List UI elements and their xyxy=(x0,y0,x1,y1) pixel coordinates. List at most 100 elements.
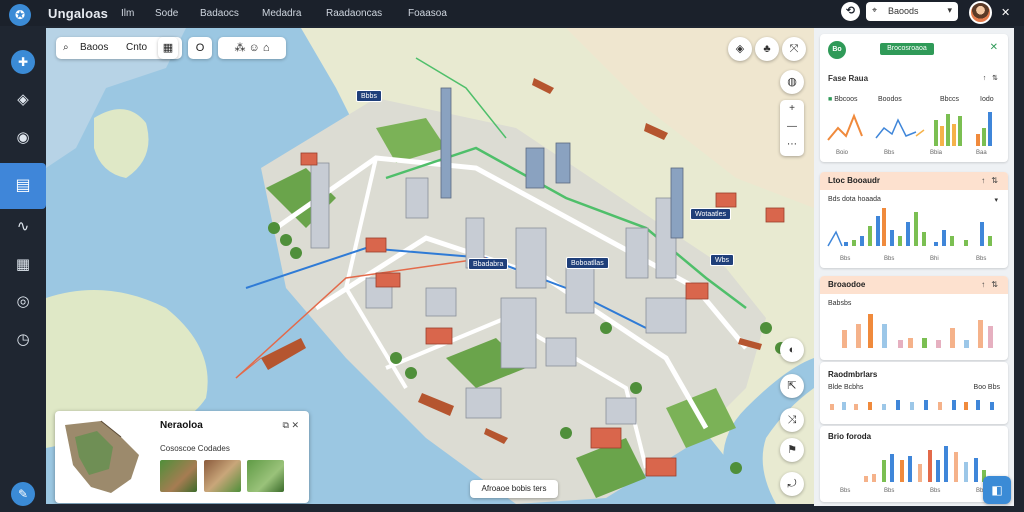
bar xyxy=(980,222,984,246)
bar xyxy=(830,404,834,410)
summary-pill[interactable]: Brocosroaoa xyxy=(880,43,934,55)
bar xyxy=(864,476,868,482)
bar xyxy=(988,326,993,348)
zoom-out-button[interactable]: — xyxy=(780,118,804,136)
close-icon[interactable]: ✕ xyxy=(1001,6,1010,19)
bar xyxy=(950,328,955,348)
map-status-label: Afroaoe bobis ters xyxy=(470,480,558,498)
layers-icon[interactable]: ◈ xyxy=(11,88,35,112)
photo-thumbnail[interactable] xyxy=(247,460,284,492)
summary-bars xyxy=(934,112,992,146)
bar xyxy=(914,212,918,246)
bar xyxy=(896,400,900,410)
weekly-controls[interactable]: ↑ ⇅ xyxy=(981,280,1000,289)
route-icon[interactable]: ∿ xyxy=(11,215,35,239)
weekly-card: Broaodoe ↑ ⇅ Babsbs xyxy=(820,276,1008,360)
grid-icon[interactable]: ▦ xyxy=(11,253,35,277)
tick-label: Bbs xyxy=(884,488,895,494)
bar xyxy=(898,236,902,246)
pin-icon: ⌖ xyxy=(872,5,878,15)
more-icon[interactable]: ⋯ xyxy=(780,136,804,154)
tree-icon[interactable]: ♣ xyxy=(755,37,779,61)
clock-icon[interactable]: ◷ xyxy=(11,328,35,352)
refresh-icon[interactable]: ⟲ xyxy=(841,2,860,21)
bar xyxy=(938,402,942,410)
map-label[interactable]: Bbadabra xyxy=(468,258,509,270)
summary-controls[interactable]: ↑ ⇅ xyxy=(983,74,1000,82)
menu-item-2[interactable]: Sode xyxy=(155,8,178,19)
avatar[interactable] xyxy=(969,1,992,24)
map-label[interactable]: Bbbs xyxy=(356,90,382,102)
directions-icon[interactable]: ⤨ xyxy=(780,408,804,432)
location-info-card[interactable]: Neraoloa ⧉ ✕ Cososcoe Codades xyxy=(55,411,309,503)
undo-icon[interactable]: ⤾ xyxy=(780,472,804,496)
bar xyxy=(906,222,910,246)
photo-thumbnail[interactable] xyxy=(204,460,241,492)
bar xyxy=(988,236,992,246)
fullscreen-icon[interactable]: ⤧ xyxy=(782,37,806,61)
info-card-actions[interactable]: ⧉ ✕ xyxy=(283,420,299,431)
bar xyxy=(900,460,904,482)
bar xyxy=(964,240,968,246)
map-tools-group[interactable]: ⁂ ☺ ⌂ xyxy=(218,37,286,59)
zoom-in-button[interactable]: + xyxy=(780,100,804,118)
bar xyxy=(936,340,941,348)
bar xyxy=(964,340,969,348)
map-label[interactable]: Boboatllas xyxy=(566,257,609,269)
chat-icon[interactable]: ◎ xyxy=(11,290,35,314)
distribution-chart xyxy=(827,208,992,247)
bar xyxy=(856,324,861,348)
contrast-icon[interactable]: ◐ xyxy=(780,338,804,362)
app-logo-icon[interactable]: ✪ xyxy=(9,4,31,26)
book-icon[interactable]: ▤ xyxy=(0,163,46,209)
bar xyxy=(872,474,876,482)
bar xyxy=(944,446,948,482)
sparkline-yellow xyxy=(915,129,925,137)
menu-item-3[interactable]: Badaocs xyxy=(200,8,239,19)
dropdown-icon[interactable]: ▾ xyxy=(994,196,998,204)
bar xyxy=(860,236,864,246)
home-icon[interactable]: ✚ xyxy=(11,50,35,74)
calendar-icon[interactable]: ▦ xyxy=(158,37,178,59)
bar xyxy=(952,124,956,146)
panel-toggle-button[interactable]: ◧ xyxy=(983,476,1011,504)
bar xyxy=(882,324,887,348)
legend-item: Bbccs xyxy=(940,96,960,103)
chevron-down-icon: ▾ xyxy=(947,5,952,15)
menu-item-1[interactable]: Ilm xyxy=(121,8,134,19)
close-icon[interactable]: ✕ xyxy=(990,42,998,53)
distribution-controls[interactable]: ↑ ⇅ xyxy=(981,176,1000,185)
compass-icon[interactable]: ◍ xyxy=(780,70,804,94)
timeline-subtitle: Blde Bcbhs xyxy=(828,384,864,391)
app-title: Ungaloas xyxy=(48,6,109,21)
menu-item-4[interactable]: Medadra xyxy=(262,8,301,19)
tick-label: Bbs xyxy=(840,488,851,494)
bar xyxy=(988,112,992,146)
bar xyxy=(842,330,847,348)
bar xyxy=(954,452,958,482)
bar xyxy=(950,236,954,246)
flag-icon[interactable]: ⚑ xyxy=(780,438,804,462)
tick-label: Boio xyxy=(836,150,849,156)
location-search[interactable]: ⌖ Baoods ▾ xyxy=(866,2,958,21)
menu-item-5[interactable]: Raadaoncas xyxy=(326,8,382,19)
map-label[interactable]: Wbs xyxy=(710,254,734,266)
pin-icon[interactable]: ◉ xyxy=(11,126,35,150)
loop-icon[interactable]: O xyxy=(188,37,212,59)
legend-item: Bbcoos xyxy=(834,96,858,103)
map-label[interactable]: Wotaatles xyxy=(690,208,731,220)
edit-icon[interactable]: ✎ xyxy=(11,482,35,506)
tick-label: Bhi xyxy=(930,256,939,262)
bar xyxy=(952,400,956,410)
layers-toggle-icon[interactable]: ◈ xyxy=(728,37,752,61)
city-map[interactable]: ⌕ Baoos Cnto ▦ O ⁂ ☺ ⌂ ◈ ♣ ⤧ ◍ + — ⋯ ◐ ⇱… xyxy=(46,28,814,504)
forecast-chart xyxy=(864,446,986,482)
bar xyxy=(882,404,886,410)
photo-thumbnail[interactable] xyxy=(160,460,197,492)
zoom-controls[interactable]: + — ⋯ xyxy=(780,100,804,156)
share-icon[interactable]: ⇱ xyxy=(780,374,804,398)
bar xyxy=(964,462,968,482)
bar xyxy=(922,338,927,348)
menu-item-6[interactable]: Foaasoa xyxy=(408,8,447,19)
tick-label: Bbs xyxy=(930,488,941,494)
